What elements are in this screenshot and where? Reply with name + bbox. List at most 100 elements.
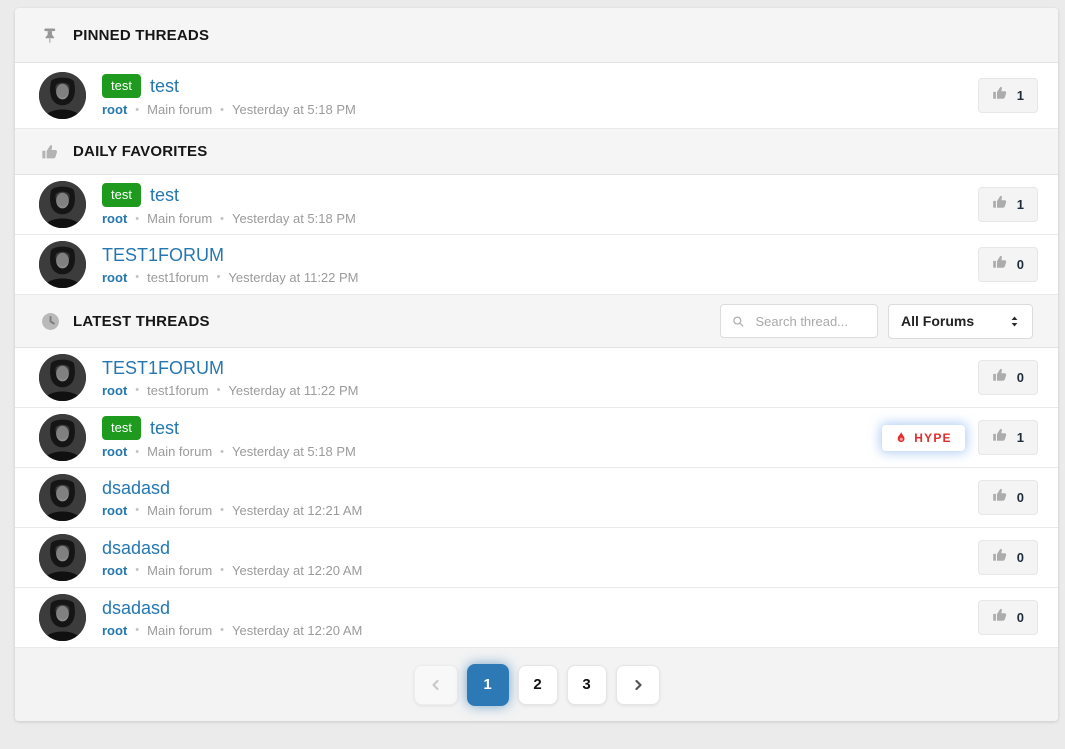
- thread-forum: Main forum: [147, 563, 212, 578]
- avatar-image: [39, 594, 86, 641]
- thread-timestamp: Yesterday at 12:21 AM: [232, 503, 362, 518]
- select-arrows-icon: [1009, 314, 1020, 329]
- thread-title-link[interactable]: TEST1FORUM: [102, 245, 224, 266]
- thumbs-up-icon: [40, 142, 60, 162]
- like-count: 0: [1017, 257, 1024, 272]
- thread-forum: Main forum: [147, 503, 212, 518]
- like-button[interactable]: 0: [978, 480, 1038, 515]
- thread-row: dsadasd root • Main forum • Yesterday at…: [15, 528, 1058, 588]
- avatar[interactable]: [39, 72, 86, 119]
- search-icon: [732, 314, 745, 329]
- thread-author-link[interactable]: root: [102, 623, 127, 638]
- thread-title-link[interactable]: dsadasd: [102, 538, 170, 559]
- thread-author-link[interactable]: root: [102, 383, 127, 398]
- section-title: DAILY FAVORITES: [73, 143, 207, 160]
- meta-separator: •: [135, 384, 139, 396]
- avatar-image: [39, 241, 86, 288]
- thread-title-link[interactable]: dsadasd: [102, 478, 170, 499]
- prev-page-button[interactable]: [414, 665, 458, 705]
- meta-separator: •: [135, 564, 139, 576]
- like-button[interactable]: 1: [978, 420, 1038, 455]
- meta-separator: •: [135, 504, 139, 516]
- thread-main: TEST1FORUM root • test1forum • Yesterday…: [102, 245, 978, 285]
- meta-separator: •: [220, 446, 224, 458]
- like-count: 1: [1017, 430, 1024, 445]
- avatar[interactable]: [39, 241, 86, 288]
- avatar[interactable]: [39, 181, 86, 228]
- thread-title-link[interactable]: test: [150, 418, 179, 439]
- meta-separator: •: [217, 384, 221, 396]
- meta-separator: •: [220, 624, 224, 636]
- section-title: PINNED THREADS: [73, 27, 209, 44]
- meta-separator: •: [220, 213, 224, 225]
- thread-search-input[interactable]: [754, 313, 866, 330]
- meta-separator: •: [135, 104, 139, 116]
- meta-separator: •: [135, 624, 139, 636]
- thread-title-link[interactable]: TEST1FORUM: [102, 358, 224, 379]
- like-count: 0: [1017, 370, 1024, 385]
- like-button[interactable]: 1: [978, 187, 1038, 222]
- like-button[interactable]: 1: [978, 78, 1038, 113]
- clock-icon: [40, 311, 60, 331]
- thread-author-link[interactable]: root: [102, 563, 127, 578]
- thread-timestamp: Yesterday at 12:20 AM: [232, 563, 362, 578]
- thread-row: dsadasd root • Main forum • Yesterday at…: [15, 588, 1058, 648]
- thread-main: TEST1FORUM root • test1forum • Yesterday…: [102, 358, 978, 398]
- like-count: 0: [1017, 610, 1024, 625]
- thread-forum: Main forum: [147, 623, 212, 638]
- page-button-2[interactable]: 2: [518, 665, 558, 705]
- meta-separator: •: [220, 104, 224, 116]
- thumbs-up-icon: [992, 367, 1008, 388]
- like-button[interactable]: 0: [978, 247, 1038, 282]
- thumbs-up-icon: [992, 254, 1008, 275]
- thread-forum: Main forum: [147, 211, 212, 226]
- meta-separator: •: [217, 271, 221, 283]
- thread-timestamp: Yesterday at 5:18 PM: [232, 102, 356, 117]
- thread-author-link[interactable]: root: [102, 211, 127, 226]
- like-count: 1: [1017, 197, 1024, 212]
- page-button-1[interactable]: 1: [467, 664, 509, 706]
- like-count: 0: [1017, 550, 1024, 565]
- avatar[interactable]: [39, 414, 86, 461]
- next-page-button[interactable]: [616, 665, 660, 705]
- thread-prefix-badge: test: [102, 74, 141, 98]
- thread-row: test test root • Main forum • Yesterday …: [15, 408, 1058, 468]
- thread-timestamp: Yesterday at 5:18 PM: [232, 444, 356, 459]
- thread-author-link[interactable]: root: [102, 444, 127, 459]
- section-header-latest-threads: LATEST THREADS All Forums: [15, 295, 1058, 348]
- thread-author-link[interactable]: root: [102, 503, 127, 518]
- avatar[interactable]: [39, 594, 86, 641]
- section-header-pinned: PINNED THREADS: [15, 8, 1058, 63]
- avatar[interactable]: [39, 474, 86, 521]
- thread-title-link[interactable]: test: [150, 76, 179, 97]
- forum-filter-value: All Forums: [901, 313, 974, 329]
- thread-forum: Main forum: [147, 444, 212, 459]
- section-title: LATEST THREADS: [73, 313, 210, 330]
- avatar-image: [39, 72, 86, 119]
- like-button[interactable]: 0: [978, 600, 1038, 635]
- like-button[interactable]: 0: [978, 360, 1038, 395]
- page-button-3[interactable]: 3: [567, 665, 607, 705]
- avatar-image: [39, 474, 86, 521]
- thread-main: dsadasd root • Main forum • Yesterday at…: [102, 598, 978, 638]
- thread-prefix-badge: test: [102, 183, 141, 207]
- thread-forum: Main forum: [147, 102, 212, 117]
- thumbs-up-icon: [992, 427, 1008, 448]
- avatar[interactable]: [39, 534, 86, 581]
- section-header-daily-favorites: DAILY FAVORITES: [15, 129, 1058, 175]
- like-button[interactable]: 0: [978, 540, 1038, 575]
- avatar[interactable]: [39, 354, 86, 401]
- thread-author-link[interactable]: root: [102, 102, 127, 117]
- thread-main: test test root • Main forum • Yesterday …: [102, 183, 978, 226]
- pagination: 1 2 3: [15, 648, 1058, 721]
- thread-title-link[interactable]: dsadasd: [102, 598, 170, 619]
- thread-row: TEST1FORUM root • test1forum • Yesterday…: [15, 235, 1058, 295]
- thread-timestamp: Yesterday at 5:18 PM: [232, 211, 356, 226]
- thread-author-link[interactable]: root: [102, 270, 127, 285]
- avatar-image: [39, 181, 86, 228]
- thread-forum: test1forum: [147, 270, 208, 285]
- hype-label: HYPE: [914, 431, 951, 445]
- thread-title-link[interactable]: test: [150, 185, 179, 206]
- thread-search-box: [720, 304, 878, 338]
- forum-filter-select[interactable]: All Forums: [888, 304, 1033, 339]
